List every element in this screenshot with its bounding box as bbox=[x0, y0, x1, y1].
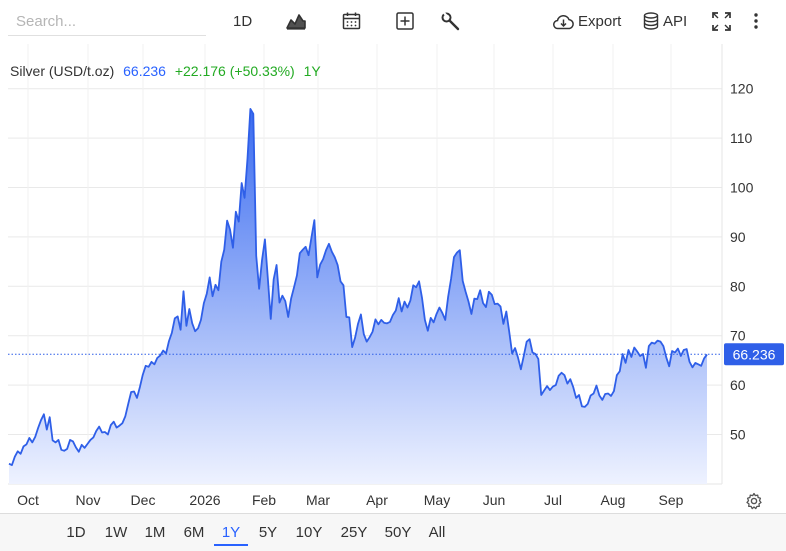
tools-button[interactable] bbox=[441, 10, 460, 32]
range-button-1m[interactable]: 1M bbox=[143, 520, 167, 546]
y-axis: 50 60 70 80 90 100 110 120 bbox=[730, 81, 754, 443]
x-tick-label: Dec bbox=[131, 492, 156, 508]
add-indicator-button[interactable] bbox=[396, 10, 414, 32]
cloud-download-icon bbox=[552, 13, 575, 30]
x-tick-label: Sep bbox=[659, 492, 684, 508]
range-button-1w[interactable]: 1W bbox=[104, 520, 128, 546]
search-input[interactable] bbox=[8, 8, 206, 36]
x-tick-label: Mar bbox=[306, 492, 330, 508]
range-button-10y[interactable]: 10Y bbox=[294, 520, 324, 546]
range-button-all[interactable]: All bbox=[426, 520, 448, 546]
interval-button[interactable]: 1D bbox=[233, 10, 252, 32]
more-menu-button[interactable] bbox=[752, 10, 760, 32]
fullscreen-icon bbox=[712, 12, 731, 31]
x-tick-label: 2026 bbox=[189, 492, 220, 508]
series-area bbox=[9, 109, 707, 484]
toolbar: 1D bbox=[0, 0, 786, 42]
legend-last-value: 66.236 bbox=[123, 63, 166, 79]
more-vertical-icon bbox=[752, 12, 760, 30]
chart-type-button[interactable] bbox=[286, 10, 306, 32]
legend-change: +22.176 (+50.33%) bbox=[175, 63, 295, 79]
y-tick-label: 50 bbox=[730, 427, 746, 443]
y-tick-label: 120 bbox=[730, 81, 754, 97]
range-selector: 1D 1W 1M 6M 1Y 5Y 10Y 25Y 50Y All bbox=[0, 513, 786, 551]
chart-area[interactable]: 50 60 70 80 90 100 110 120 Oct Nov Dec 2026 Feb Mar A… bbox=[0, 42, 786, 512]
export-button[interactable]: Export bbox=[552, 10, 621, 32]
x-tick-label: Apr bbox=[366, 492, 388, 508]
range-button-25y[interactable]: 25Y bbox=[339, 520, 369, 546]
y-tick-label: 110 bbox=[730, 130, 753, 146]
legend-name: Silver (USD/t.oz) 66.236 +22.176 (+50.33… bbox=[10, 63, 321, 79]
calendar-button[interactable] bbox=[342, 10, 361, 32]
x-tick-label: Oct bbox=[17, 492, 39, 508]
range-button-6m[interactable]: 6M bbox=[182, 520, 206, 546]
api-label: API bbox=[663, 13, 687, 30]
x-tick-label: Aug bbox=[601, 492, 626, 508]
price-tag-value: 66.236 bbox=[733, 346, 776, 362]
api-button[interactable]: API bbox=[643, 10, 687, 32]
plus-box-icon bbox=[396, 12, 414, 30]
y-tick-label: 90 bbox=[730, 229, 746, 245]
range-button-50y[interactable]: 50Y bbox=[383, 520, 413, 546]
x-tick-label: Jul bbox=[544, 492, 562, 508]
x-tick-label: Feb bbox=[252, 492, 276, 508]
wrench-icon bbox=[441, 12, 460, 31]
x-tick-label: Nov bbox=[76, 492, 101, 508]
y-tick-label: 60 bbox=[730, 377, 746, 393]
area-chart-icon bbox=[286, 12, 306, 30]
legend-series-name: Silver (USD/t.oz) bbox=[10, 63, 114, 79]
y-tick-label: 80 bbox=[730, 278, 746, 294]
y-tick-label: 70 bbox=[730, 328, 746, 344]
fullscreen-button[interactable] bbox=[712, 10, 731, 32]
y-tick-label: 100 bbox=[730, 180, 754, 196]
legend: Silver (USD/t.oz) 66.236 +22.176 (+50.33… bbox=[10, 63, 321, 79]
calendar-icon bbox=[342, 12, 361, 30]
settings-gear-icon[interactable] bbox=[745, 492, 763, 510]
x-tick-label: Jun bbox=[483, 492, 506, 508]
x-tick-label: May bbox=[424, 492, 450, 508]
x-axis: Oct Nov Dec 2026 Feb Mar Apr May Jun Jul Aug Sep bbox=[17, 492, 684, 508]
range-button-1y[interactable]: 1Y bbox=[214, 520, 248, 546]
price-tag: 66.236 bbox=[724, 343, 784, 365]
export-label: Export bbox=[578, 13, 621, 30]
range-button-5y[interactable]: 5Y bbox=[257, 520, 279, 546]
range-button-1d[interactable]: 1D bbox=[66, 520, 86, 546]
database-icon bbox=[643, 12, 659, 30]
legend-period: 1Y bbox=[304, 63, 322, 79]
price-chart[interactable]: 50 60 70 80 90 100 110 120 Oct Nov Dec 2026 Feb Mar A… bbox=[0, 42, 786, 512]
